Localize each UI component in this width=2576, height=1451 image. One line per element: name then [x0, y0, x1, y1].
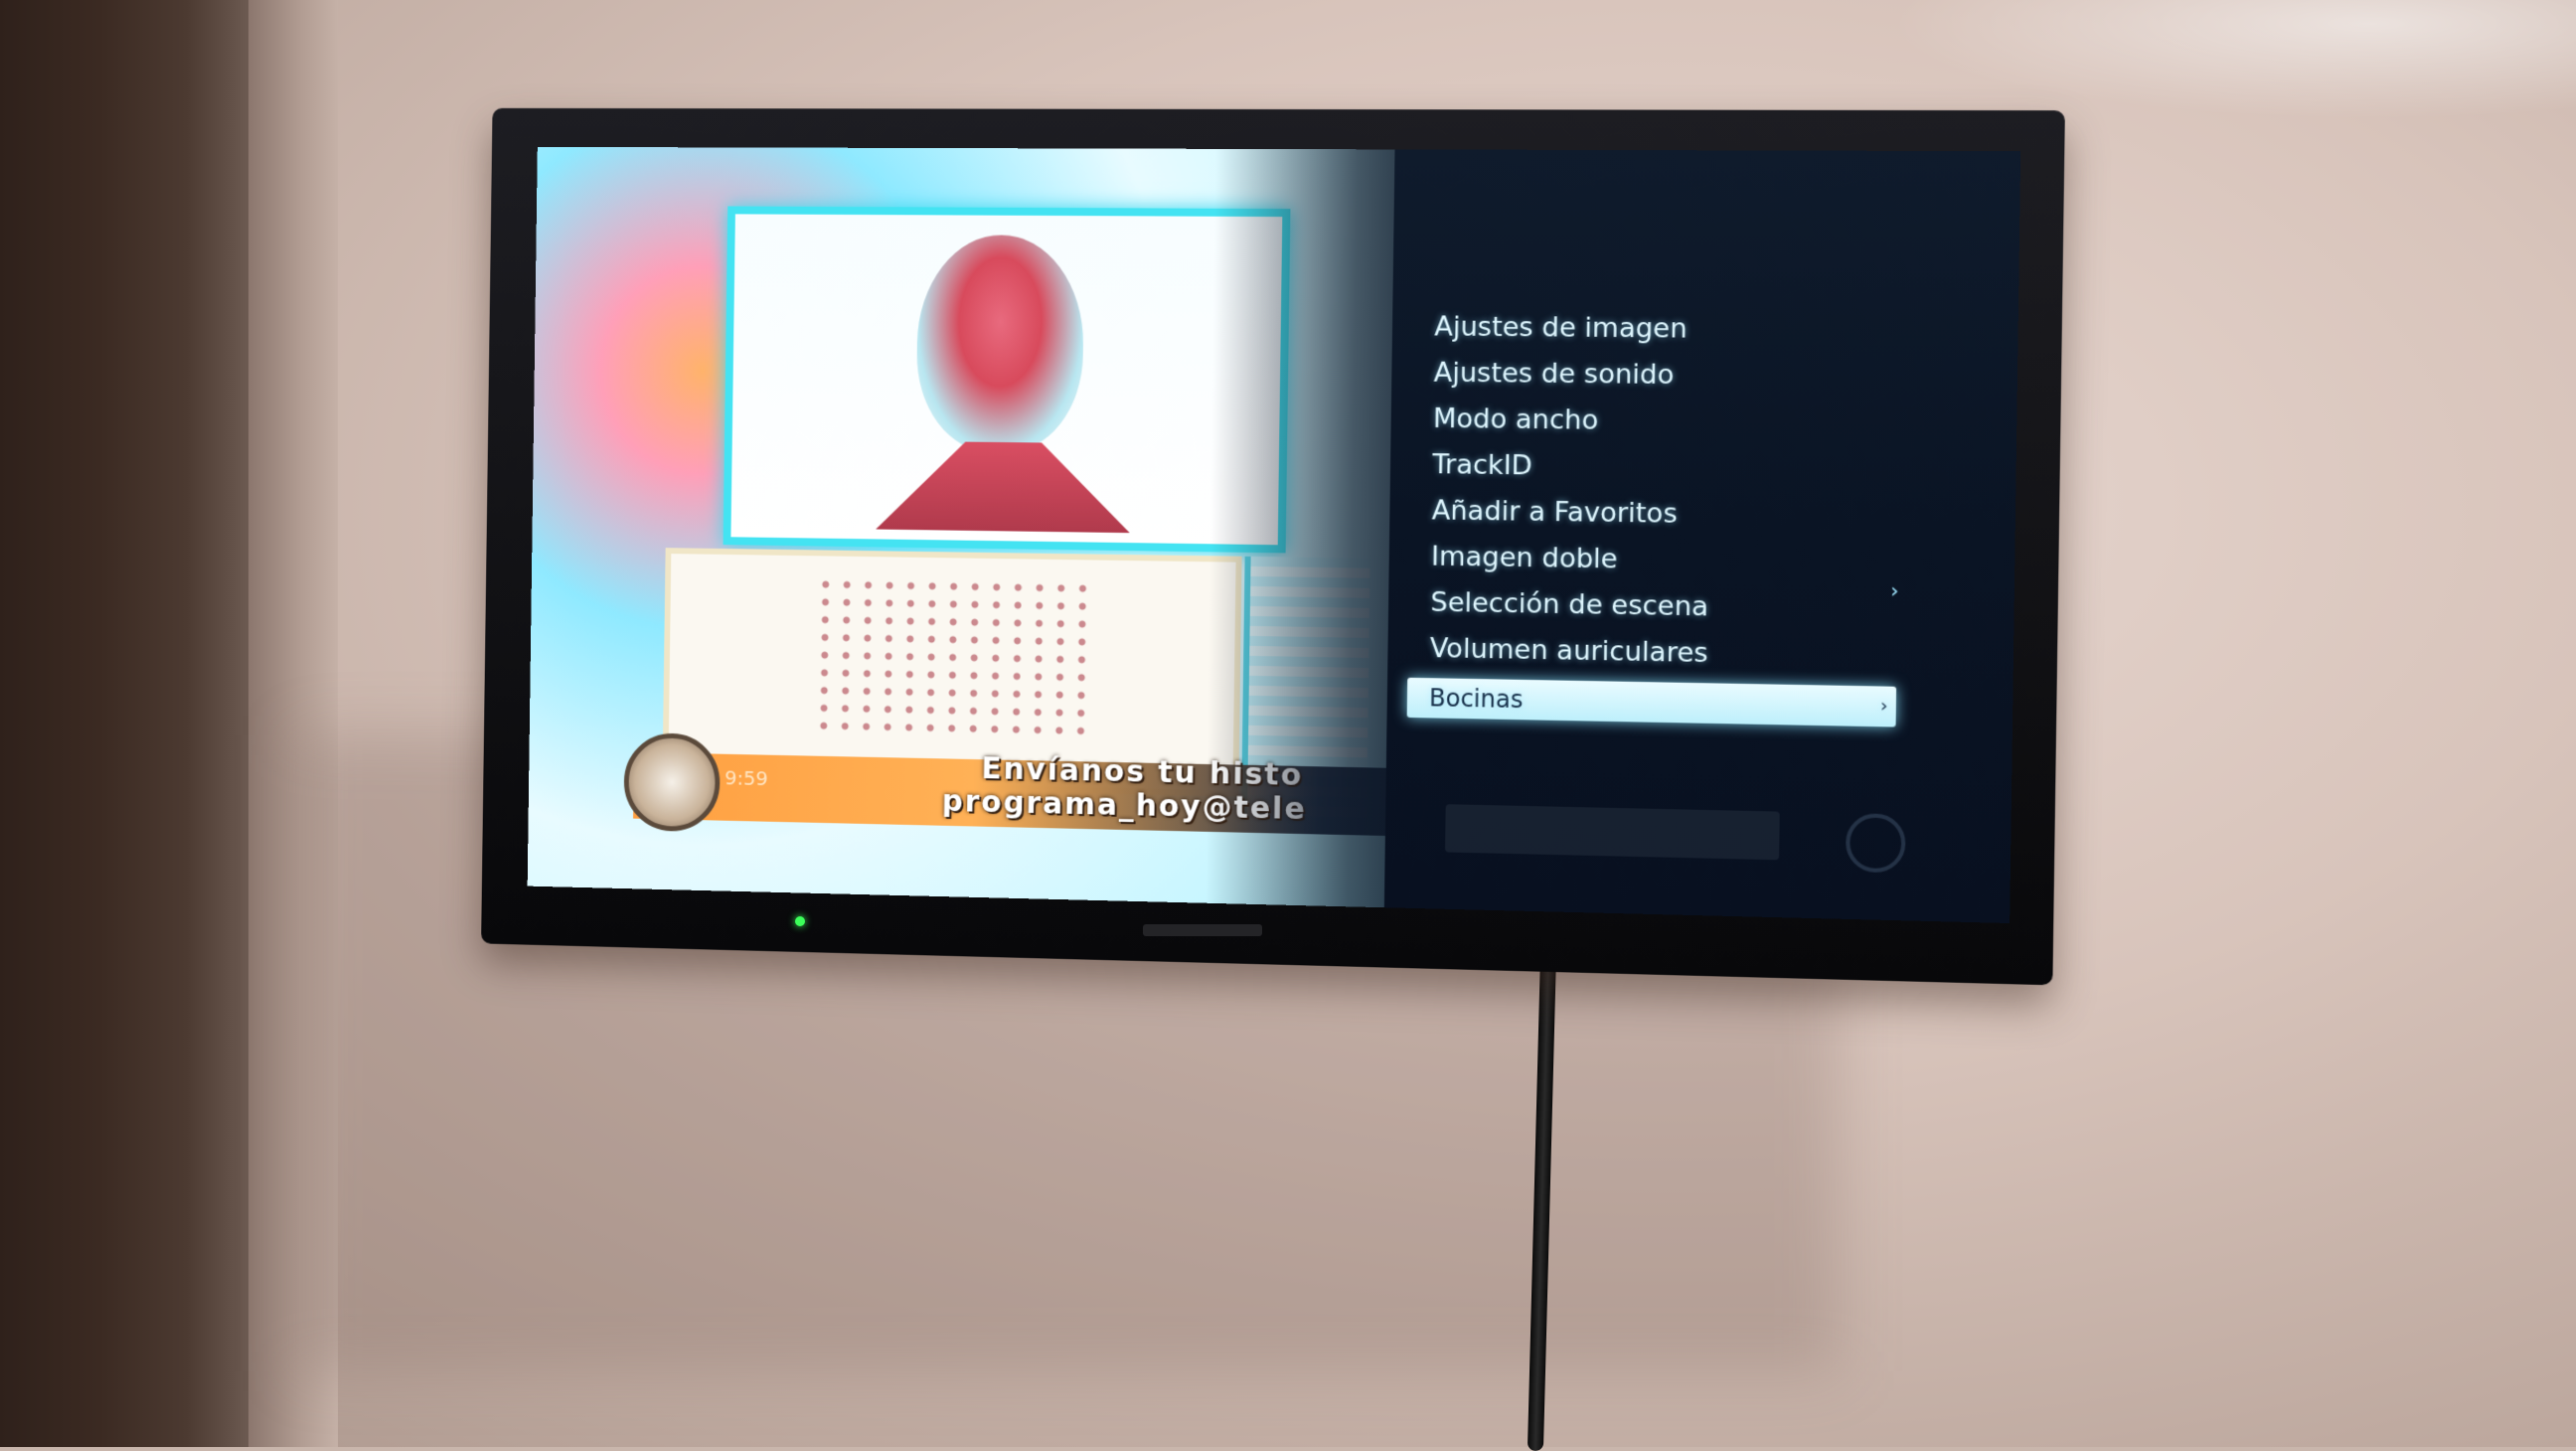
tv-screen: 9:59 Envíanos tu histo programa_hoy@tele…	[528, 147, 2021, 923]
presenter-shoulders	[876, 441, 1131, 534]
chevron-right-icon: ›	[1880, 687, 1888, 727]
options-menu: Ajustes de imagen Ajustes de sonido Modo…	[1407, 304, 1900, 726]
menu-item-label: TrackID	[1432, 449, 1532, 481]
power-led-icon	[795, 916, 805, 926]
menu-item-volumen-auriculares[interactable]: Volumen auriculares	[1407, 626, 1895, 681]
menu-item-ajustes-imagen[interactable]: Ajustes de imagen	[1412, 304, 1900, 355]
menu-item-seleccion-escena[interactable]: Selección de escena	[1408, 579, 1896, 633]
presenter-head	[915, 235, 1084, 453]
menu-item-label: Modo ancho	[1433, 403, 1599, 436]
door-edge	[0, 0, 248, 1447]
menu-item-ajustes-sonido[interactable]: Ajustes de sonido	[1411, 350, 1899, 401]
menu-item-label: Selección de escena	[1430, 587, 1708, 623]
chevron-right-icon: ›	[1890, 578, 1899, 603]
menu-item-label: Ajustes de sonido	[1433, 358, 1674, 392]
drawing-graphic	[813, 575, 1087, 737]
menu-item-label: Volumen auriculares	[1430, 633, 1708, 669]
menu-item-modo-ancho[interactable]: Modo ancho	[1411, 397, 1899, 448]
light-glare	[1888, 0, 2576, 119]
menu-item-imagen-doble[interactable]: Imagen doble	[1409, 534, 1897, 587]
menu-footer-bar	[1445, 804, 1780, 860]
video-frame-top	[724, 206, 1291, 553]
ticker-time: 9:59	[724, 766, 768, 791]
menu-item-trackid[interactable]: TrackID	[1410, 442, 1898, 494]
menu-item-label: Ajustes de imagen	[1434, 311, 1688, 344]
menu-item-label: Bocinas	[1429, 684, 1524, 714]
tv-brand-logo	[1143, 924, 1262, 936]
menu-item-label: Imagen doble	[1431, 542, 1618, 575]
menu-item-anadir-favoritos[interactable]: Añadir a Favoritos	[1409, 488, 1897, 541]
menu-item-label: Añadir a Favoritos	[1431, 495, 1678, 530]
